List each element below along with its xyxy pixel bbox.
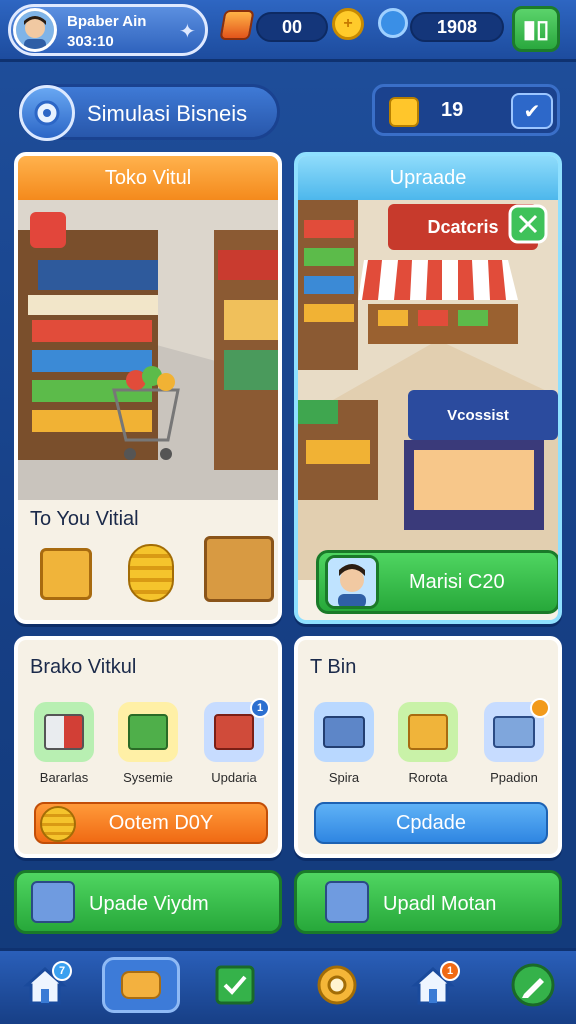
menu-button[interactable]: ▮▯ xyxy=(512,6,560,52)
brako-item-1[interactable] xyxy=(118,702,178,762)
checkmark-icon[interactable]: ✔ xyxy=(511,93,553,129)
vendor-banner-label: Marisi C20 xyxy=(409,571,505,593)
player-level: 303:10 xyxy=(67,33,114,50)
brako-action-button[interactable]: Ootem D0Y xyxy=(34,802,268,844)
brako-item-label-1: Sysemie xyxy=(123,770,173,785)
upgrade-right-button[interactable]: Upadl Motan xyxy=(294,870,562,934)
brako-action-label: Ootem D0Y xyxy=(108,811,214,834)
store-sign-text: Dcatcris xyxy=(427,217,498,237)
brako-card-title: Brako Vitkul xyxy=(30,656,137,678)
upgrade-left-button[interactable]: Upade Viydm xyxy=(14,870,282,934)
brako-item-badge: 1 xyxy=(250,698,270,718)
player-name: Bpaber Ain xyxy=(67,13,147,30)
upgrade-scene-image: Dcatcris Vcossist xyxy=(298,200,558,580)
simulation-header: Simulasi Bisneis xyxy=(18,84,280,141)
store-card-title: Toko Vitul xyxy=(18,156,278,200)
brako-card: Brako Vitkul 1 Bararlas Sysemie Updaria … xyxy=(14,636,282,858)
display-sign-text: Vcossist xyxy=(447,407,509,424)
bottom-nav: 7 1 xyxy=(0,948,576,1024)
brako-item-0[interactable] xyxy=(34,702,94,762)
brako-item-label-0: Bararlas xyxy=(39,770,89,785)
upgrade-card-title: Upraade xyxy=(298,156,558,200)
crate-icon xyxy=(40,548,92,600)
tbin-item-0[interactable] xyxy=(314,702,374,762)
upgrade-right-label: Upadl Motan xyxy=(383,893,497,915)
package-icon xyxy=(408,714,448,750)
coin-stack-icon xyxy=(128,544,174,602)
register-box-icon xyxy=(493,716,535,748)
upgrade-left-label: Upade Viydm xyxy=(89,893,209,915)
tbin-item-label-0: Spira xyxy=(328,770,360,785)
stat-value: 19 xyxy=(441,99,464,121)
upgrade-card[interactable]: Upraade Dcatcris Vcossist Marisi C20 xyxy=(294,152,562,624)
tbin-item-badge xyxy=(530,698,550,718)
tbin-card: T Bin Spira Rorota Ppadion Cpdade xyxy=(294,636,562,858)
shop-badge: 1 xyxy=(440,961,460,981)
player-profile[interactable]: Bpaber Ain 303:10 ✦ xyxy=(8,4,208,56)
box-icon xyxy=(325,881,369,923)
star-icon: ✦ xyxy=(179,21,196,43)
nav-store[interactable] xyxy=(102,957,180,1013)
checkbox-icon xyxy=(215,965,255,1005)
coin-icon xyxy=(40,806,76,842)
top-bar: Bpaber Ain 303:10 ✦ 00 + 1908 ▮▯ xyxy=(0,0,576,62)
page-title: Simulasi Bisneis xyxy=(87,101,248,126)
cash-register-icon xyxy=(323,716,365,748)
ticket-icon xyxy=(389,97,419,127)
box-icon xyxy=(31,881,75,923)
coins-counter: 1908 xyxy=(410,12,504,42)
vendor-avatar xyxy=(325,555,379,609)
gear-icon xyxy=(317,965,357,1005)
player-avatar xyxy=(13,8,57,52)
pencil-icon xyxy=(511,963,555,1007)
tbin-item-1[interactable] xyxy=(398,702,458,762)
handshake-icon xyxy=(121,971,161,999)
gem-icon xyxy=(219,10,255,40)
treasure-box-icon xyxy=(204,536,274,602)
store-caption: To You Vitial xyxy=(30,508,139,530)
nav-tasks[interactable] xyxy=(204,957,266,1013)
stat-panel: 19 ✔ xyxy=(372,84,560,136)
gems-counter: 00 xyxy=(256,12,328,42)
crate-green-icon xyxy=(128,714,168,750)
home-badge: 7 xyxy=(52,961,72,981)
tbin-item-label-1: Rorota xyxy=(408,770,448,785)
nav-settings[interactable] xyxy=(306,957,368,1013)
vendor-banner[interactable]: Marisi C20 xyxy=(316,550,558,614)
brako-item-label-2: Updaria xyxy=(211,770,257,785)
tbin-item-label-2: Ppadion xyxy=(490,770,538,785)
boxes-icon xyxy=(44,714,84,750)
store-card[interactable]: Toko Vitul To You Vitial xyxy=(14,152,282,624)
gear-icon[interactable] xyxy=(19,85,75,141)
nav-edit[interactable] xyxy=(502,957,564,1013)
gear-coin-icon xyxy=(378,8,408,38)
tbin-update-button[interactable]: Cpdade xyxy=(314,802,548,844)
tbin-card-title: T Bin xyxy=(310,656,357,678)
store-scene-image xyxy=(18,200,278,500)
add-gems-icon[interactable]: + xyxy=(332,8,364,40)
book-icon: ▮▯ xyxy=(522,15,550,43)
shop-box-icon xyxy=(214,714,254,750)
